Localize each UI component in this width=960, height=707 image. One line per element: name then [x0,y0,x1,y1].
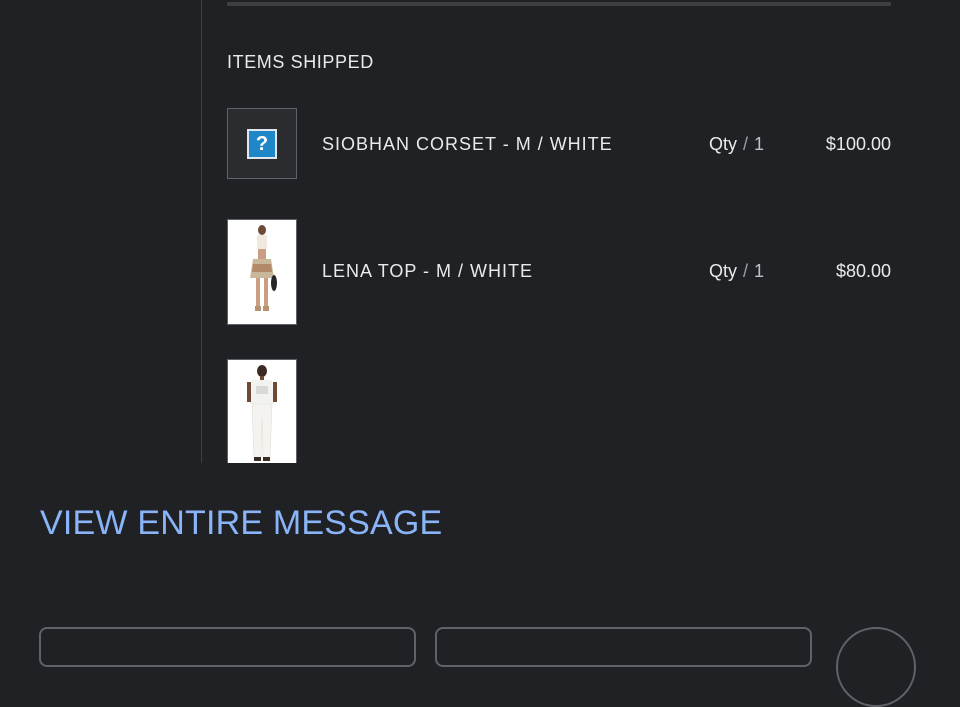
qty-label: Qty [709,134,738,154]
action-button-right[interactable] [435,627,812,667]
order-item: LENA TOP - M / WHITE Qty/1 $80.00 [227,219,891,325]
action-button-left[interactable] [39,627,416,667]
section-divider [227,2,891,6]
item-name: SIOBHAN CORSET - M / WHITE [322,134,613,154]
product-thumbnail[interactable] [227,219,297,325]
content-left-border [201,0,202,463]
qty-separator: / [743,261,749,281]
item-price: $100.00 [825,134,891,154]
order-item [227,359,891,463]
qty-separator: / [743,134,749,154]
view-entire-message-link[interactable]: VIEW ENTIRE MESSAGE [40,504,442,543]
item-name: LENA TOP - M / WHITE [322,261,534,281]
items-shipped-heading: ITEMS SHIPPED [227,52,374,72]
product-thumbnail[interactable]: ? [227,108,297,179]
product-photo [228,360,296,463]
item-price: $80.00 [835,261,891,281]
product-photo [228,220,296,324]
missing-image-icon: ? [247,129,277,159]
qty-label: Qty [709,261,738,281]
item-quantity: Qty/1 [709,134,764,155]
qty-value: 1 [754,134,765,154]
item-quantity: Qty/1 [709,261,764,282]
product-thumbnail[interactable] [227,359,297,463]
round-action-button[interactable] [836,627,916,707]
order-item: ? SIOBHAN CORSET - M / WHITE Qty/1 $100.… [227,108,891,180]
qty-value: 1 [754,261,765,281]
